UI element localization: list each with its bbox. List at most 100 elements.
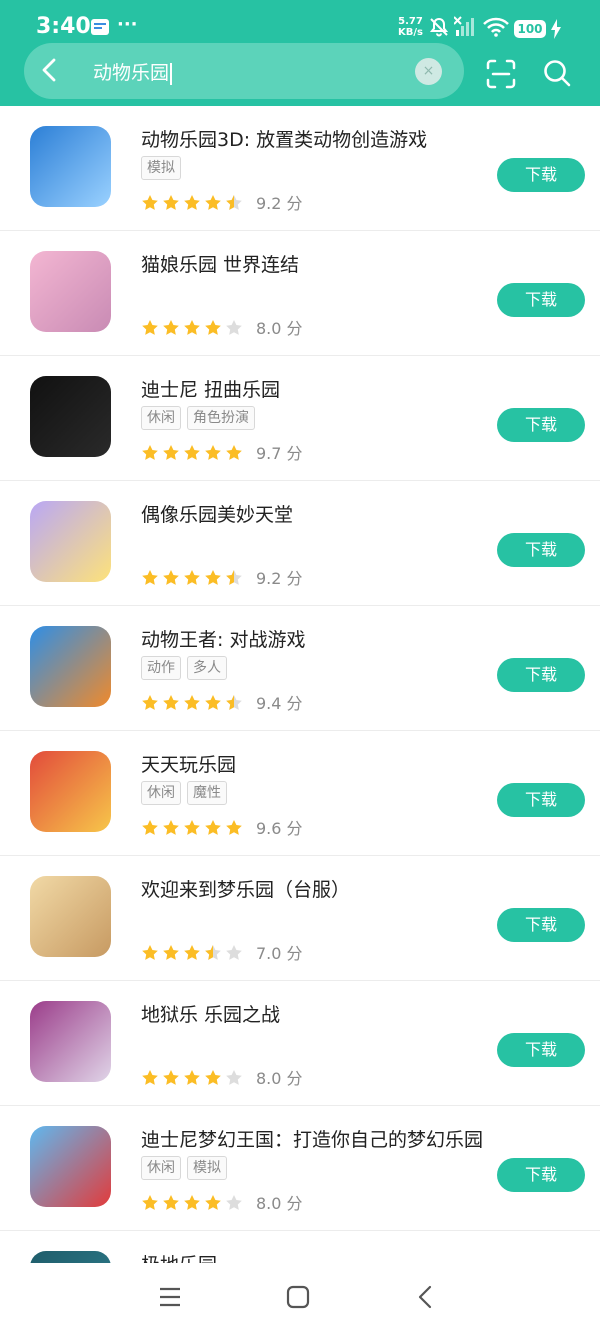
network-speed: 5.77 KB/s xyxy=(398,16,423,38)
download-button[interactable]: 下载 xyxy=(497,533,585,567)
download-button[interactable]: 下载 xyxy=(497,1033,585,1067)
rating: 9.7 分 xyxy=(141,440,303,463)
category-tag: 角色扮演 xyxy=(187,406,255,430)
category-tag: 多人 xyxy=(187,656,227,680)
app-name[interactable]: 猫娘乐园 世界连结 xyxy=(141,250,299,277)
top-bar: 3:40 ··· 5.77 KB/s 100 动物乐园 × xyxy=(0,0,600,106)
category-tag: 模拟 xyxy=(187,1156,227,1180)
search-bar[interactable] xyxy=(24,43,464,99)
anime-boy-icon[interactable] xyxy=(30,876,111,957)
more-notifications-icon: ··· xyxy=(117,14,138,35)
category-tag: 休闲 xyxy=(141,781,181,805)
mickey-castle-icon[interactable] xyxy=(30,1126,111,1207)
category-tag: 动作 xyxy=(141,656,181,680)
tag-list: 休闲 模拟 xyxy=(141,1156,233,1180)
mute-bell-icon xyxy=(428,16,450,42)
result-item[interactable]: 地狱乐 乐园之战 8.0 分 下载 xyxy=(0,981,600,1106)
app-name[interactable]: 迪士尼梦幻王国：打造你自己的梦幻乐园 xyxy=(141,1125,483,1152)
star-filled-icon xyxy=(183,319,201,337)
zooba-fox-icon[interactable] xyxy=(30,626,111,707)
download-button[interactable]: 下载 xyxy=(497,158,585,192)
star-filled-icon xyxy=(183,819,201,837)
star-filled-icon xyxy=(204,694,222,712)
star-filled-icon xyxy=(162,819,180,837)
star-filled-icon xyxy=(183,569,201,587)
result-item[interactable]: 迪士尼 扭曲乐园 休闲 角色扮演 9.7 分下载 xyxy=(0,356,600,481)
star-half-icon xyxy=(225,694,243,712)
tag-list: 休闲 魔性 xyxy=(141,781,233,805)
crowd-faces-icon[interactable] xyxy=(30,751,111,832)
dinosaur-robot-icon[interactable] xyxy=(30,126,111,207)
search-query: 动物乐园 xyxy=(93,62,170,84)
golden-heart-keyhole-icon[interactable] xyxy=(30,501,111,582)
result-item[interactable]: 偶像乐园美妙天堂 9.2 分 下载 xyxy=(0,481,600,606)
star-rating xyxy=(141,817,246,837)
star-filled-icon xyxy=(225,819,243,837)
app-name[interactable]: 欢迎来到梦乐园（台服） xyxy=(141,875,350,902)
category-tag: 魔性 xyxy=(187,781,227,805)
result-item[interactable]: 迪士尼梦幻王国：打造你自己的梦幻乐园 休闲 模拟 8.0 分 下载 xyxy=(0,1106,600,1231)
app-name[interactable]: 动物乐园3D: 放置类动物创造游戏 xyxy=(141,125,427,152)
star-filled-icon xyxy=(141,569,159,587)
clear-search-button[interactable]: × xyxy=(415,58,442,85)
app-name[interactable]: 迪士尼 扭曲乐园 xyxy=(141,375,280,402)
twisted-wonderland-logo-icon[interactable] xyxy=(30,376,111,457)
star-filled-icon xyxy=(204,319,222,337)
star-filled-icon xyxy=(225,444,243,462)
download-button[interactable]: 下载 xyxy=(497,283,585,317)
rating: 9.4 分 xyxy=(141,690,303,713)
star-filled-icon xyxy=(162,694,180,712)
rating-score: 8.0 分 xyxy=(256,1069,303,1088)
star-rating xyxy=(141,942,246,962)
anime-silver-hair-icon[interactable] xyxy=(30,1001,111,1082)
result-item[interactable]: 欢迎来到梦乐园（台服） 7.0 分 下载 xyxy=(0,856,600,981)
app-name[interactable]: 天天玩乐园 xyxy=(141,750,236,777)
star-half-icon xyxy=(225,194,243,212)
result-item[interactable]: 天天玩乐园 休闲 魔性 9.6 分 下载 xyxy=(0,731,600,856)
charging-bolt-icon xyxy=(550,19,562,43)
system-navigation-bar xyxy=(0,1263,600,1333)
star-empty-icon xyxy=(225,944,243,962)
star-filled-icon xyxy=(183,694,201,712)
download-button[interactable]: 下载 xyxy=(497,658,585,692)
rating: 8.0 分 xyxy=(141,1065,303,1088)
app-name[interactable]: 动物王者: 对战游戏 xyxy=(141,625,305,652)
result-item[interactable]: 动物王者: 对战游戏 动作 多人 9.4 分 下载 xyxy=(0,606,600,731)
download-button[interactable]: 下载 xyxy=(497,408,585,442)
app-name[interactable]: 偶像乐园美妙天堂 xyxy=(141,500,293,527)
star-filled-icon xyxy=(183,1194,201,1212)
result-item[interactable]: 动物乐园3D: 放置类动物创造游戏 模拟 9.2 分 下载 xyxy=(0,106,600,231)
star-rating xyxy=(141,192,246,212)
back-arrow-icon[interactable] xyxy=(36,56,64,88)
app-name[interactable]: 极地乐园 xyxy=(141,1250,217,1263)
polar-park-icon[interactable] xyxy=(30,1251,111,1263)
star-rating xyxy=(141,692,246,712)
search-input[interactable]: 动物乐园 xyxy=(93,58,173,85)
search-icon[interactable] xyxy=(542,58,572,92)
catgirl-anime-icon[interactable] xyxy=(30,251,111,332)
result-item[interactable]: 猫娘乐园 世界连结 8.0 分 下载 xyxy=(0,231,600,356)
category-tag: 休闲 xyxy=(141,1156,181,1180)
back-nav-icon[interactable] xyxy=(414,1285,438,1313)
rating: 9.2 分 xyxy=(141,565,303,588)
star-empty-icon xyxy=(225,319,243,337)
no-signal-icon xyxy=(453,16,478,42)
app-name[interactable]: 地狱乐 乐园之战 xyxy=(141,1000,280,1027)
star-filled-icon xyxy=(204,569,222,587)
star-half-icon xyxy=(225,569,243,587)
category-tag: 模拟 xyxy=(141,156,181,180)
star-empty-icon xyxy=(225,1069,243,1087)
download-button[interactable]: 下载 xyxy=(497,783,585,817)
menu-icon[interactable] xyxy=(158,1285,182,1313)
rating-score: 8.0 分 xyxy=(256,1194,303,1213)
home-icon[interactable] xyxy=(286,1285,310,1313)
scan-icon[interactable] xyxy=(486,59,516,93)
star-filled-icon xyxy=(141,1069,159,1087)
star-rating xyxy=(141,1192,246,1212)
search-results-list[interactable]: 动物乐园3D: 放置类动物创造游戏 模拟 9.2 分下载 猫娘乐园 世界连结 8.0 分… xyxy=(0,106,600,1263)
download-button[interactable]: 下载 xyxy=(497,1158,585,1192)
star-rating xyxy=(141,567,246,587)
result-item[interactable]: 极地乐园 xyxy=(0,1231,600,1263)
rating: 8.0 分 xyxy=(141,1190,303,1213)
download-button[interactable]: 下载 xyxy=(497,908,585,942)
